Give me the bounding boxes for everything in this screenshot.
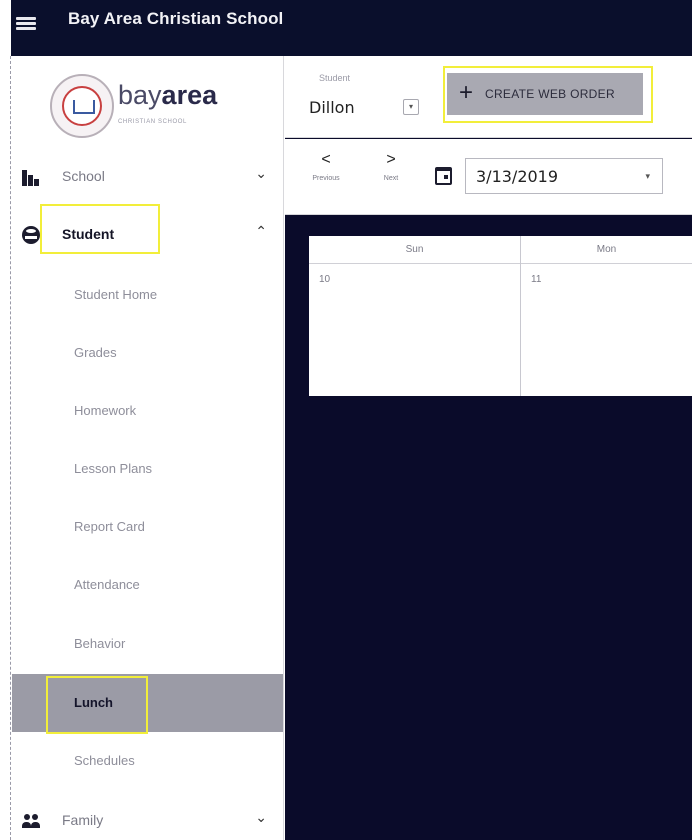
top-bar: Bay Area Christian School: [0, 0, 692, 56]
date-select-value: 3/13/2019: [476, 167, 559, 186]
chevron-right-icon: >: [386, 151, 396, 168]
sidebar-subitem-grades[interactable]: Grades: [12, 324, 283, 382]
logo-subtitle: CHRISTIAN SCHOOL: [118, 119, 187, 125]
dropdown-arrow-icon: ▾: [403, 99, 419, 115]
sidebar-item-label: Student: [62, 226, 115, 242]
sidebar-subitem-label: Homework: [74, 403, 137, 418]
sidebar-subitem-label: Behavior: [74, 636, 126, 651]
calendar-date-number: 10: [319, 274, 331, 285]
family-icon: [22, 812, 40, 830]
calendar-day-cell[interactable]: 10: [309, 264, 520, 396]
sidebar-subitem-student-home[interactable]: Student Home: [12, 266, 283, 324]
sidebar-subitem-label: Student Home: [74, 287, 158, 302]
app-title: Bay Area Christian School: [68, 9, 284, 28]
sidebar-subitem-behavior[interactable]: Behavior: [12, 615, 283, 673]
sidebar-subitem-homework[interactable]: Homework: [12, 382, 283, 440]
next-button[interactable]: > Next: [368, 151, 414, 197]
previous-label: Previous: [312, 175, 340, 182]
plus-icon: +: [459, 79, 474, 106]
next-label: Next: [383, 175, 399, 182]
calendar-day-cell[interactable]: 11: [521, 264, 692, 396]
sidebar: bayarea CHRISTIAN SCHOOL School ⌄ Studen…: [0, 56, 284, 840]
school-logo[interactable]: bayarea CHRISTIAN SCHOOL: [50, 70, 240, 138]
sidebar-subitem-label: Grades: [74, 345, 117, 360]
sidebar-subitem-label: Report Card: [74, 519, 145, 534]
menu-icon[interactable]: [16, 14, 38, 32]
student-select-value: Dillon: [309, 98, 355, 117]
calendar-icon[interactable]: [435, 167, 452, 185]
create-web-order-button[interactable]: + CREATE WEB ORDER: [447, 73, 643, 115]
student-label: Student: [319, 73, 351, 83]
sidebar-subitem-label: Lesson Plans: [74, 461, 153, 476]
sidebar-item-label: Family: [62, 812, 104, 828]
logo-emblem-icon: [50, 74, 114, 138]
sidebar-subitem-lunch[interactable]: Lunch: [12, 674, 283, 732]
sidebar-subitem-label: Attendance: [74, 577, 140, 592]
chevron-left-icon: <: [321, 151, 331, 168]
calendar-day-header-mon: Mon: [521, 236, 692, 264]
date-navigation: < Previous > Next 3/13/2019 ▾: [285, 139, 692, 215]
school-icon: [22, 168, 40, 186]
sidebar-subitem-schedules[interactable]: Schedules: [12, 732, 283, 790]
sidebar-item-student[interactable]: Student ⌃: [12, 206, 283, 264]
calendar-day-header-sun: Sun: [309, 236, 520, 264]
chevron-up-icon: ⌃: [255, 223, 267, 239]
lunch-calendar: Sun Mon 10 11: [309, 236, 692, 396]
chevron-down-icon: ⌄: [255, 809, 267, 825]
sidebar-dashed-border: [10, 56, 11, 840]
date-select[interactable]: 3/13/2019 ▾: [465, 158, 663, 194]
student-select[interactable]: Dillon ▾: [309, 88, 429, 122]
chevron-down-icon: ⌄: [255, 165, 267, 181]
sidebar-item-family[interactable]: Family ⌄: [12, 792, 283, 840]
previous-button[interactable]: < Previous: [303, 151, 349, 197]
toolbar: Student Dillon ▾ + CREATE WEB ORDER: [285, 56, 692, 138]
sidebar-subitem-attendance[interactable]: Attendance: [12, 556, 283, 614]
dropdown-arrow-icon: ▾: [645, 171, 650, 181]
logo-text: bayarea: [118, 80, 218, 110]
main-content: Student Dillon ▾ + CREATE WEB ORDER < Pr…: [285, 56, 692, 840]
sidebar-subitem-lesson-plans[interactable]: Lesson Plans: [12, 440, 283, 498]
calendar-date-number: 11: [531, 274, 542, 285]
student-icon: [22, 226, 40, 244]
sidebar-subitem-label: Schedules: [74, 753, 135, 768]
top-bar-edge: [0, 0, 11, 56]
create-web-order-label: CREATE WEB ORDER: [485, 87, 615, 101]
sidebar-item-label: School: [62, 168, 105, 184]
sidebar-subitem-label: Lunch: [74, 695, 113, 710]
sidebar-subitem-report-card[interactable]: Report Card: [12, 498, 283, 556]
sidebar-item-school[interactable]: School ⌄: [12, 148, 283, 206]
